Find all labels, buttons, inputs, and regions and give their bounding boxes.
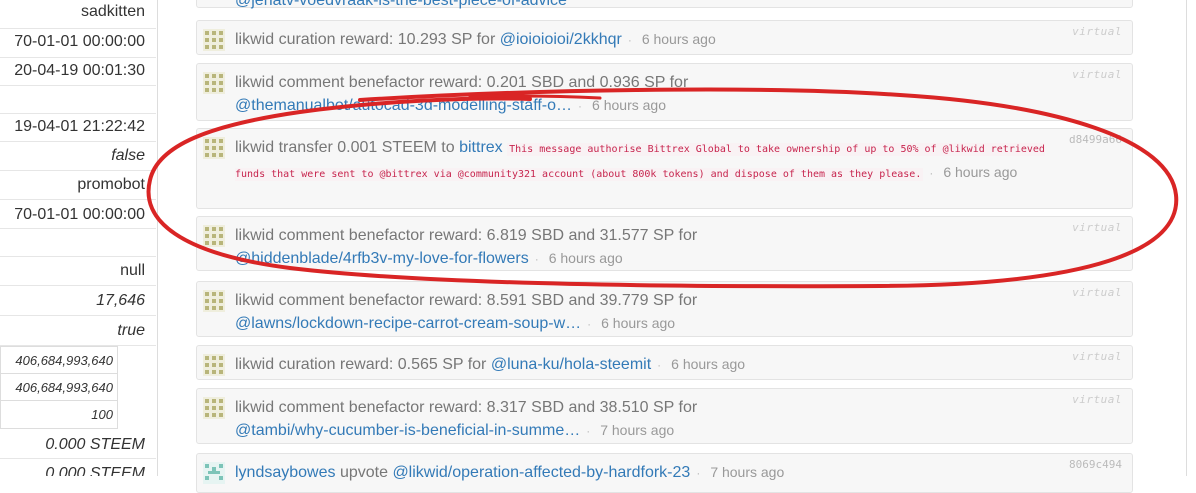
prop-value: true <box>0 316 156 346</box>
identicon-avatar-icon <box>203 462 225 484</box>
prop-value-empty <box>0 229 156 257</box>
op-description: likwid transfer 0.001 STEEM to <box>235 139 460 156</box>
op-text: likwid comment benefactor reward: 6.819 … <box>235 224 1072 271</box>
op-target-link[interactable]: @themanualbot/autocad-3d-modelling-staff… <box>235 97 572 114</box>
prop-value: 70-01-01 00:00:00 <box>0 200 156 229</box>
balance-value: 0.000 STEEM <box>0 430 156 459</box>
op-target-link[interactable]: bittrex <box>459 139 503 156</box>
op-text: likwid curation reward: 10.293 SP for @i… <box>235 28 1072 52</box>
identicon-avatar-icon <box>203 137 225 159</box>
operation-card: likwid comment benefactor reward: 0.201 … <box>196 63 1133 121</box>
right-sidebar-edge <box>1186 0 1196 476</box>
balance-value: 0.000 STEEM <box>0 459 156 476</box>
prop-value: sadkitten <box>0 0 156 29</box>
prop-value-empty <box>0 86 156 114</box>
op-description: upvote <box>335 464 393 481</box>
op-timestamp[interactable]: 6 hours ago <box>642 31 716 47</box>
op-text: lyndsaybowes upvote @likwid/operation-af… <box>235 461 1072 485</box>
op-text: likwid comment benefactor reward: 0.201 … <box>235 71 1072 118</box>
op-target-link[interactable]: @luna-ku/hola-steemit <box>491 356 651 373</box>
prop-value: promobot <box>0 171 156 200</box>
separator-dot: · <box>696 466 701 480</box>
op-transaction-id[interactable]: 8069c494 <box>1069 458 1122 471</box>
prop-value: 17,646 <box>0 286 156 316</box>
op-text: likwid comment benefactor reward: 8.591 … <box>235 289 1072 336</box>
operation-card: @jenatv-voedvraak-is-the-best-piece-of-a… <box>196 0 1133 9</box>
identicon-avatar-icon <box>203 354 225 376</box>
op-description: likwid comment benefactor reward: 8.317 … <box>235 399 698 416</box>
op-virtual-tag: virtual <box>1072 221 1122 234</box>
operation-card: likwid comment benefactor reward: 8.591 … <box>196 281 1133 337</box>
op-virtual-tag: virtual <box>1072 393 1122 406</box>
separator-dot: · <box>586 424 591 438</box>
separator-dot: · <box>534 252 539 266</box>
separator-dot: · <box>627 33 632 47</box>
op-description: likwid comment benefactor reward: 0.201 … <box>235 74 689 91</box>
op-target-link[interactable]: @tambi/why-cucumber-is-beneficial-in-sum… <box>235 422 580 439</box>
prop-value: false <box>0 142 156 171</box>
op-text: likwid comment benefactor reward: 8.317 … <box>235 396 1072 443</box>
op-description: likwid comment benefactor reward: 8.591 … <box>235 292 698 309</box>
op-transaction-id[interactable]: d8499a66 <box>1069 133 1122 146</box>
op-target-link[interactable]: @hiddenblade/4rfb3v-my-love-for-flowers <box>235 250 529 267</box>
operation-card: likwid transfer 0.001 STEEM to bittrex T… <box>196 128 1133 209</box>
op-description: likwid comment benefactor reward: 6.819 … <box>235 227 698 244</box>
prop-value: 19-04-01 21:22:42 <box>0 114 156 142</box>
subtable-cell: 406,684,993,640 <box>1 374 117 401</box>
op-target-link[interactable]: @likwid/operation-affected-by-hardfork-2… <box>392 464 690 481</box>
op-target-link[interactable]: @lawns/lockdown-recipe-carrot-cream-soup… <box>235 315 581 332</box>
op-timestamp[interactable]: 6 hours ago <box>592 97 666 113</box>
separator-dot: · <box>929 166 934 180</box>
op-timestamp[interactable]: 6 hours ago <box>601 315 675 331</box>
op-virtual-tag: virtual <box>1072 25 1122 38</box>
op-virtual-tag: virtual <box>1072 350 1122 363</box>
identicon-avatar-icon <box>203 29 225 51</box>
subtable-cell: 100 <box>91 407 113 422</box>
op-virtual-tag: virtual <box>1072 68 1122 81</box>
operation-card: likwid comment benefactor reward: 8.317 … <box>196 388 1133 444</box>
op-timestamp[interactable]: 7 hours ago <box>600 422 674 438</box>
operation-card: likwid curation reward: 0.565 SP for @lu… <box>196 345 1133 380</box>
identicon-avatar-icon <box>203 397 225 419</box>
account-properties-panel: sadkitten 70-01-01 00:00:00 20-04-19 00:… <box>0 0 158 476</box>
subtable-cell: 406,684,993,640 <box>1 347 117 374</box>
separator-dot: · <box>578 99 583 113</box>
op-timestamp[interactable]: 6 hours ago <box>549 250 623 266</box>
op-text: likwid transfer 0.001 STEEM to bittrex T… <box>235 136 1062 186</box>
op-virtual-tag: virtual <box>1072 286 1122 299</box>
identicon-avatar-icon <box>203 290 225 312</box>
op-description: likwid curation reward: 0.565 SP for <box>235 356 491 373</box>
vesting-subtable: 406,684,993,640 406,684,993,640 100 <box>0 346 118 429</box>
op-timestamp[interactable]: 6 hours ago <box>943 164 1017 180</box>
op-target-link[interactable]: @jenatv-voedvraak-is-the-best-piece-of-a… <box>235 0 567 9</box>
op-timestamp[interactable]: 7 hours ago <box>710 464 784 480</box>
operation-card: lyndsaybowes upvote @likwid/operation-af… <box>196 453 1133 493</box>
op-user-link[interactable]: lyndsaybowes <box>235 464 336 481</box>
op-text: likwid curation reward: 0.565 SP for @lu… <box>235 353 1072 377</box>
operations-feed: @jenatv-voedvraak-is-the-best-piece-of-a… <box>196 0 1133 493</box>
identicon-avatar-icon <box>203 72 225 94</box>
separator-dot: · <box>587 317 592 331</box>
op-target-link[interactable]: @ioioioioi/2kkhqr <box>500 31 622 48</box>
operation-card: likwid curation reward: 10.293 SP for @i… <box>196 20 1133 55</box>
prop-value: null <box>0 257 156 286</box>
separator-dot: · <box>657 358 662 372</box>
identicon-avatar-icon <box>203 225 225 247</box>
prop-value: 70-01-01 00:00:00 <box>0 29 156 58</box>
op-timestamp[interactable]: 6 hours ago <box>671 356 745 372</box>
op-description: likwid curation reward: 10.293 SP for <box>235 31 500 48</box>
operation-card: likwid comment benefactor reward: 6.819 … <box>196 216 1133 271</box>
prop-value: 20-04-19 00:01:30 <box>0 58 156 86</box>
